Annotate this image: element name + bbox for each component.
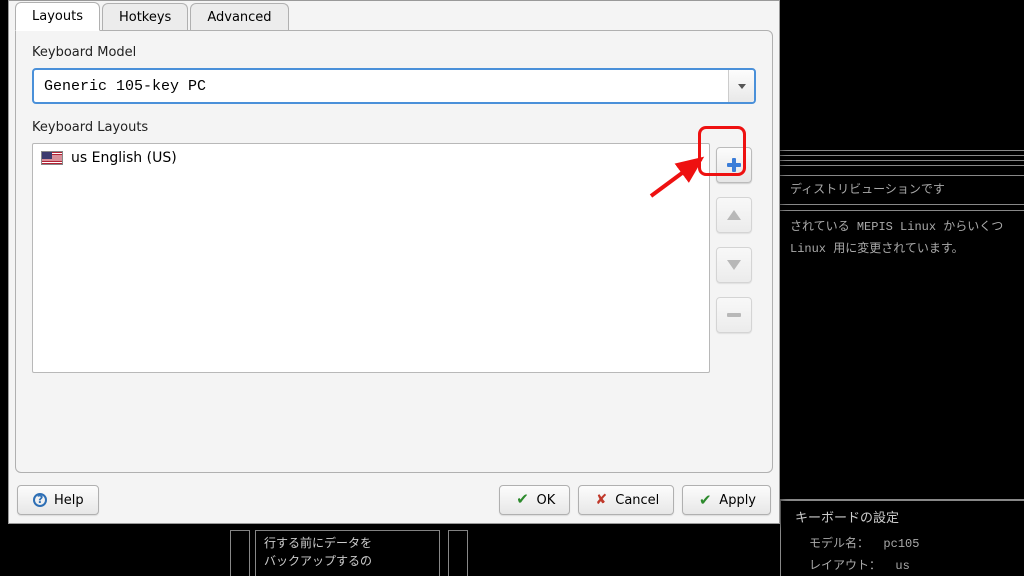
bg-line: ディストリビューションです [790, 179, 945, 201]
layout-label: us English (US) [71, 150, 177, 166]
dialog-button-row: Help ✔ OK ✘ Cancel ✔ Apply [9, 479, 779, 523]
bg-line: Linux 用に変更されています。 [790, 239, 1014, 261]
bg-key: モデル名： [809, 537, 869, 551]
move-layout-up-button[interactable] [716, 197, 752, 233]
button-label: Cancel [615, 493, 659, 508]
bg-divider [448, 530, 468, 576]
bg-row: モデル名： pc105 [795, 534, 1010, 556]
desktop: ディストリビューションです されている MEPIS Linux からいくつ Li… [0, 0, 1024, 576]
ok-button[interactable]: ✔ OK [499, 485, 570, 515]
keyboard-model-combobox[interactable] [32, 68, 756, 104]
help-icon [32, 492, 48, 508]
tab-panel-layouts: Keyboard Model Keyboard Layouts us Engli… [15, 30, 773, 473]
arrow-down-icon [727, 260, 741, 270]
list-item[interactable]: us English (US) [39, 148, 703, 168]
bg-line: されている MEPIS Linux からいくつ [790, 217, 1014, 239]
bg-text: されている MEPIS Linux からいくつ Linux 用に変更されています… [780, 210, 1024, 500]
tab-bar: Layouts Hotkeys Advanced [9, 1, 779, 31]
plus-icon [727, 158, 741, 172]
bg-line: 行する前にデータを [264, 535, 431, 553]
chevron-down-icon [738, 84, 746, 89]
button-label: OK [536, 493, 555, 508]
help-button[interactable]: Help [17, 485, 99, 515]
keyboard-layouts-label: Keyboard Layouts [32, 120, 756, 135]
button-label: Help [54, 493, 84, 508]
bg-text: ディストリビューションです [780, 175, 1024, 205]
minus-icon [727, 313, 741, 317]
bg-divider [230, 530, 250, 576]
bg-divider [780, 150, 1024, 156]
bg-keyboard-info: キーボードの設定 モデル名： pc105 レイアウト： us バリエーション： [780, 500, 1024, 576]
apply-icon: ✔ [697, 492, 713, 508]
keyboard-model-dropdown-button[interactable] [728, 70, 754, 102]
remove-layout-button[interactable] [716, 297, 752, 333]
keyboard-settings-dialog: Layouts Hotkeys Advanced Keyboard Model … [8, 0, 780, 524]
tab-advanced[interactable]: Advanced [190, 3, 288, 31]
bg-val: pc105 [883, 537, 919, 551]
bg-text: 行する前にデータを バックアップするの [255, 530, 440, 576]
bg-line: バックアップするの [264, 553, 431, 571]
arrow-up-icon [727, 210, 741, 220]
keyboard-layouts-list[interactable]: us English (US) [32, 143, 710, 373]
tab-hotkeys[interactable]: Hotkeys [102, 3, 188, 31]
add-layout-button[interactable] [716, 147, 752, 183]
button-label: Apply [719, 493, 756, 508]
bg-divider [780, 160, 1024, 166]
keyboard-layouts-area: us English (US) [32, 143, 756, 373]
bg-row: レイアウト： us [795, 556, 1010, 576]
bg-heading: キーボードの設定 [795, 507, 1010, 530]
keyboard-model-input[interactable] [34, 70, 728, 102]
bg-val: us [895, 559, 909, 573]
move-layout-down-button[interactable] [716, 247, 752, 283]
cancel-icon: ✘ [593, 492, 609, 508]
ok-icon: ✔ [514, 491, 530, 507]
flag-us-icon [41, 151, 63, 165]
keyboard-model-label: Keyboard Model [32, 45, 756, 60]
layout-side-buttons [716, 143, 756, 373]
bg-key: レイアウト： [809, 559, 881, 573]
apply-button[interactable]: ✔ Apply [682, 485, 771, 515]
tab-layouts[interactable]: Layouts [15, 2, 100, 31]
cancel-button[interactable]: ✘ Cancel [578, 485, 674, 515]
